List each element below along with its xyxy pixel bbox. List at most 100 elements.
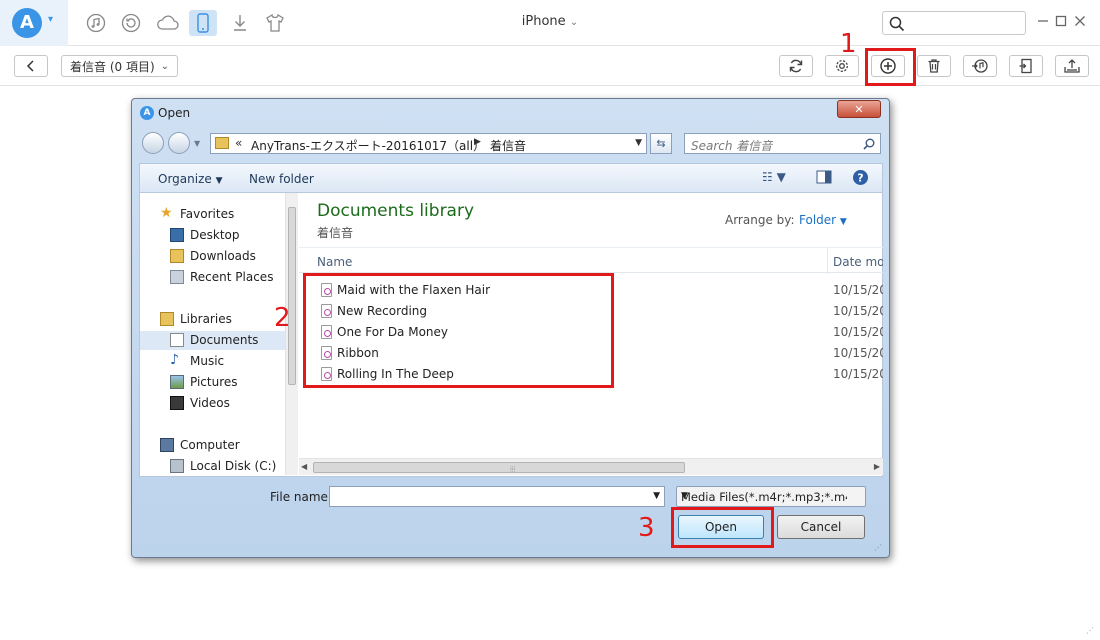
- column-name-header[interactable]: Name: [317, 255, 352, 269]
- recent-locations-dropdown[interactable]: ▼: [194, 139, 200, 148]
- dialog-close-button[interactable]: ✕: [837, 100, 881, 118]
- scroll-right-icon[interactable]: ▶: [874, 462, 880, 471]
- file-name-input[interactable]: ▼: [329, 486, 665, 507]
- breadcrumb-overflow-icon[interactable]: «: [235, 136, 242, 150]
- sidebar-label: Libraries: [180, 312, 232, 326]
- sidebar-label: Favorites: [180, 207, 235, 221]
- to-computer-button[interactable]: [1009, 55, 1043, 77]
- scroll-left-icon[interactable]: ◀: [301, 462, 307, 471]
- app-logo[interactable]: A ▾: [0, 0, 68, 46]
- file-name-label: File name:: [270, 490, 332, 504]
- search-icon: [889, 16, 905, 32]
- music-icon[interactable]: [82, 10, 110, 36]
- search-input[interactable]: [882, 11, 1026, 35]
- recent-places-icon: [170, 270, 184, 284]
- maximize-button[interactable]: [1054, 14, 1068, 28]
- sidebar-item-pictures[interactable]: Pictures: [140, 373, 285, 392]
- file-type-filter-select[interactable]: Media Files(*.m4r;*.mp3;*.m4a; ▼: [676, 486, 866, 507]
- dialog-search-input[interactable]: Search 着信音: [684, 133, 881, 154]
- app-icon: A: [140, 106, 154, 120]
- export-icon: [1019, 58, 1032, 74]
- sidebar-item-documents[interactable]: Documents: [140, 331, 285, 350]
- help-icon[interactable]: ?: [852, 169, 869, 189]
- cloud-icon[interactable]: [154, 10, 182, 36]
- sidebar-item-music[interactable]: ♪ Music: [140, 352, 285, 371]
- download-icon[interactable]: [226, 10, 254, 36]
- refresh-button[interactable]: [779, 55, 813, 77]
- sidebar-item-favorites[interactable]: ★ Favorites: [140, 205, 285, 224]
- chevron-down-icon[interactable]: ▼: [653, 491, 660, 501]
- phone-icon[interactable]: [189, 10, 217, 36]
- delete-button[interactable]: [917, 55, 951, 77]
- folder-icon: [215, 137, 229, 149]
- sidebar-item-recent-places[interactable]: Recent Places: [140, 268, 285, 287]
- address-dropdown-icon[interactable]: ▼: [635, 138, 642, 148]
- chevron-down-icon: ▾: [48, 14, 54, 25]
- dialog-command-bar: Organize ▼ New folder ☷ ▼ ?: [139, 163, 883, 193]
- breadcrumb-current[interactable]: 着信音: [490, 137, 526, 154]
- step-1-label: 1: [840, 29, 857, 59]
- chevron-down-icon: ⌄: [569, 17, 579, 28]
- step-3-label: 3: [638, 513, 655, 543]
- organize-label: Organize: [158, 172, 212, 186]
- downloads-icon: [170, 249, 184, 263]
- history-icon[interactable]: [117, 10, 145, 36]
- cancel-button[interactable]: Cancel: [777, 515, 865, 539]
- chevron-down-icon: ⌄: [160, 60, 170, 72]
- category-select[interactable]: 着信音 (0 項目) ⌄: [61, 55, 179, 77]
- to-device-button[interactable]: [1055, 55, 1089, 77]
- sidebar-item-downloads[interactable]: Downloads: [140, 247, 285, 266]
- organize-menu[interactable]: Organize ▼: [158, 172, 223, 186]
- sidebar-scrollbar[interactable]: [285, 193, 298, 475]
- new-folder-button[interactable]: New folder: [249, 172, 314, 186]
- gear-icon: [836, 60, 848, 72]
- upload-icon: [1064, 59, 1080, 73]
- scrollbar-thumb[interactable]: ⦙⦙⦙: [313, 462, 685, 474]
- anytrans-logo-icon: A: [12, 8, 42, 38]
- view-options-icon[interactable]: ☷ ▼: [762, 170, 786, 184]
- step-3-highlight: [671, 507, 774, 548]
- close-button[interactable]: [1073, 14, 1087, 28]
- sidebar-item-desktop[interactable]: Desktop: [140, 226, 285, 245]
- scrollbar-thumb[interactable]: [288, 207, 296, 385]
- arrange-by-select[interactable]: Folder ▼: [799, 213, 847, 227]
- videos-icon: [170, 396, 184, 410]
- file-date: 10/15/201: [833, 367, 883, 381]
- sidebar-label: Local Disk (C:): [190, 459, 277, 473]
- app-topbar: A ▾ iPhone ⌄: [0, 0, 1100, 46]
- column-header-row: Name Date mod: [299, 247, 883, 274]
- minimize-button[interactable]: [1036, 14, 1050, 28]
- nav-forward-button[interactable]: [168, 132, 190, 154]
- close-icon: ✕: [854, 102, 864, 116]
- grip-icon: ⦙⦙⦙: [510, 465, 516, 474]
- device-selector[interactable]: iPhone ⌄: [500, 14, 600, 29]
- sidebar-item-videos[interactable]: Videos: [140, 394, 285, 413]
- resize-grip-icon[interactable]: ⋰: [874, 543, 882, 552]
- star-icon: ★: [160, 205, 173, 221]
- file-date: 10/15/201: [833, 283, 883, 297]
- column-date-header[interactable]: Date mod: [833, 255, 883, 269]
- shirt-icon[interactable]: [261, 10, 289, 36]
- sidebar-item-libraries[interactable]: Libraries: [140, 310, 285, 329]
- breadcrumb-separator-icon[interactable]: ▶: [474, 137, 481, 147]
- preview-pane-icon[interactable]: [816, 170, 832, 187]
- back-button[interactable]: [14, 55, 48, 77]
- address-bar[interactable]: « AnyTrans-エクスポート-20161017（all） ▶ 着信音 ▼: [210, 133, 647, 154]
- sidebar-item-local-disk[interactable]: Local Disk (C:): [140, 457, 285, 476]
- column-divider[interactable]: [827, 248, 828, 274]
- sidebar-item-computer[interactable]: Computer: [140, 436, 285, 455]
- refresh-icon: ⇆: [656, 137, 666, 150]
- arrange-by-label: Arrange by:: [725, 213, 795, 227]
- window-resize-grip-icon[interactable]: ⋰: [1086, 626, 1094, 635]
- sidebar-label: Desktop: [190, 228, 240, 242]
- disk-icon: [170, 459, 184, 473]
- horizontal-scrollbar[interactable]: ◀ ⦙⦙⦙ ▶: [299, 458, 883, 475]
- dialog-refresh-button[interactable]: ⇆: [650, 133, 672, 154]
- to-itunes-button[interactable]: [963, 55, 997, 77]
- trash-icon: [928, 59, 940, 73]
- nav-back-button[interactable]: [142, 132, 164, 154]
- breadcrumb-root[interactable]: AnyTrans-エクスポート-20161017（all）: [251, 137, 485, 154]
- chevron-left-icon: [26, 60, 34, 72]
- sidebar-label: Documents: [190, 333, 259, 347]
- arrange-by-value: Folder: [799, 213, 837, 227]
